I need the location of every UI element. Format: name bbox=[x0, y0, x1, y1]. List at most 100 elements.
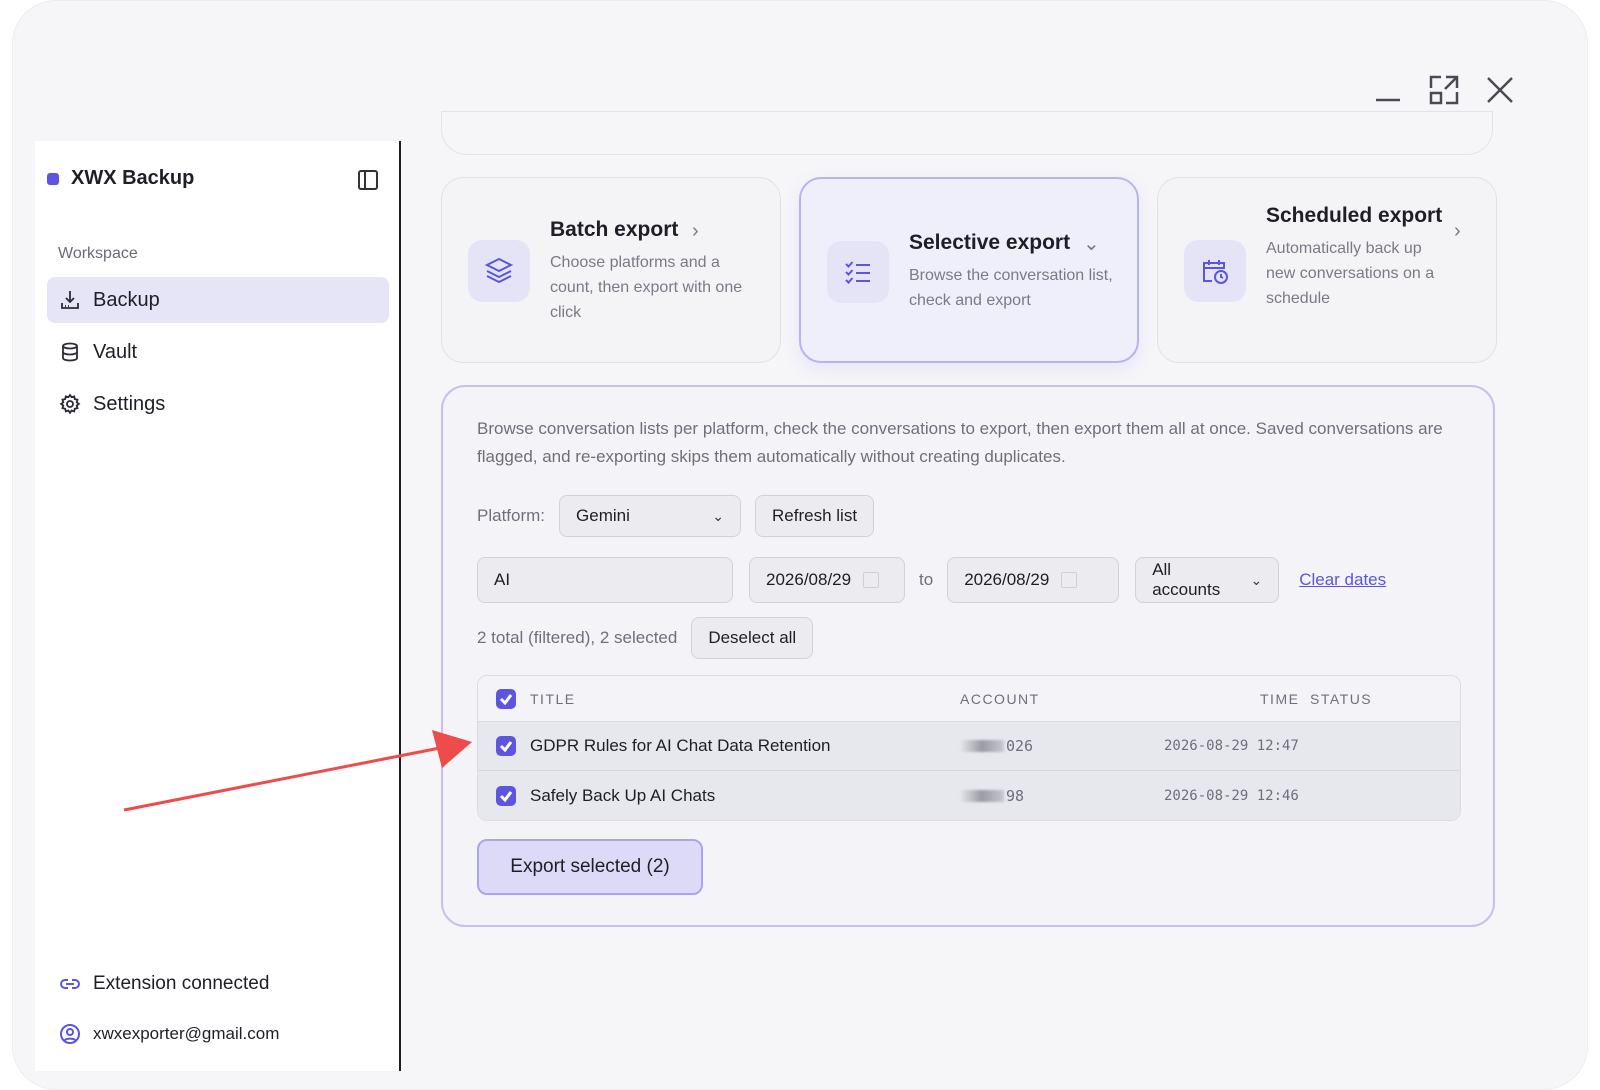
sidebar-item-backup[interactable]: Backup bbox=[47, 277, 389, 323]
row-title: Safely Back Up AI Chats bbox=[530, 785, 716, 805]
column-header-status[interactable]: STATUS bbox=[1310, 691, 1372, 707]
check-icon bbox=[499, 741, 513, 753]
deselect-all-button[interactable]: Deselect all bbox=[691, 617, 814, 659]
chevron-right-icon: › bbox=[692, 220, 699, 242]
date-to-input[interactable]: 2026/08/29 bbox=[947, 557, 1120, 603]
sidebar-panel-icon bbox=[358, 170, 378, 190]
checklist-icon-glyph bbox=[845, 261, 870, 284]
selective-export-panel: Browse conversation lists per platform, … bbox=[441, 385, 1495, 927]
brand: XWX Backup bbox=[47, 167, 194, 190]
extension-status: Extension connected bbox=[59, 973, 279, 995]
platform-select-value: Gemini bbox=[576, 506, 630, 525]
maximize-icon bbox=[1429, 75, 1459, 105]
row-checkbox[interactable] bbox=[496, 785, 516, 806]
gear-icon bbox=[59, 393, 81, 415]
refresh-list-button[interactable]: Refresh list bbox=[755, 495, 875, 537]
sidebar: XWX Backup Workspace Backup Vault Settin… bbox=[35, 141, 401, 1071]
filter-row: AI 2026/08/29 to 2026/08/29 All accounts… bbox=[477, 557, 1386, 603]
card-body: Scheduled export Automatically back up n… bbox=[1266, 202, 1448, 311]
date-from-value: 2026/08/29 bbox=[766, 570, 852, 589]
sidebar-item-label: Settings bbox=[93, 392, 166, 415]
user-circle-icon bbox=[60, 1024, 80, 1044]
sidebar-footer: Extension connected xwxexporter@gmail.co… bbox=[59, 945, 279, 1045]
row-account: 98 bbox=[960, 787, 1024, 805]
row-account-suffix: 026 bbox=[1006, 737, 1034, 755]
date-range-separator: to bbox=[919, 570, 934, 589]
redacted-account bbox=[960, 789, 1004, 802]
sidebar-nav: Backup Vault Settings bbox=[47, 277, 389, 433]
card-desc: Browse the conversation list, check and … bbox=[909, 267, 1113, 309]
select-all-checkbox[interactable] bbox=[496, 688, 516, 709]
section-label-workspace: Workspace bbox=[58, 245, 138, 262]
chevron-down-icon: ⌄ bbox=[1083, 233, 1100, 255]
checklist-icon bbox=[827, 241, 889, 303]
date-from-input[interactable]: 2026/08/29 bbox=[749, 557, 905, 603]
clear-dates-link[interactable]: Clear dates bbox=[1299, 570, 1386, 590]
layers-icon bbox=[468, 240, 530, 302]
close-icon bbox=[1487, 77, 1513, 103]
collapsed-section bbox=[441, 111, 1493, 155]
redacted-account bbox=[960, 740, 1004, 752]
row-title: GDPR Rules for AI Chat Data Retention bbox=[530, 736, 831, 755]
column-header-time[interactable]: TIME bbox=[1260, 691, 1299, 707]
brand-logo-icon bbox=[47, 172, 59, 185]
sidebar-item-vault[interactable]: Vault bbox=[47, 329, 389, 375]
calendar-clock-icon bbox=[1184, 240, 1246, 302]
sidebar-item-settings[interactable]: Settings bbox=[47, 381, 389, 427]
export-selected-button[interactable]: Export selected (2) bbox=[477, 839, 703, 895]
row-account-suffix: 98 bbox=[1006, 786, 1025, 805]
panel-description: Browse conversation lists per platform, … bbox=[477, 419, 1443, 466]
minimize-button[interactable] bbox=[1371, 73, 1405, 107]
search-input[interactable]: AI bbox=[477, 557, 733, 603]
card-desc: Automatically back up new conversations … bbox=[1266, 240, 1435, 307]
close-button[interactable] bbox=[1483, 73, 1517, 107]
chevron-down-icon: ⌄ bbox=[1250, 571, 1263, 588]
calendar-icon bbox=[863, 572, 880, 588]
platform-select[interactable]: Gemini ⌄ bbox=[559, 495, 742, 537]
table-header: TITLE ACCOUNT TIME STATUS bbox=[478, 676, 1460, 722]
database-icon bbox=[62, 342, 78, 362]
card-selective-export[interactable]: Selective export Browse the conversation… bbox=[799, 177, 1139, 363]
link-icon bbox=[60, 979, 80, 989]
chevron-down-icon: ⌄ bbox=[712, 507, 725, 524]
conversation-table: TITLE ACCOUNT TIME STATUS GDPR Rules for… bbox=[477, 675, 1461, 821]
platform-label: Platform: bbox=[477, 506, 546, 525]
check-icon bbox=[499, 790, 513, 802]
accounts-select[interactable]: All accounts ⌄ bbox=[1135, 557, 1280, 603]
column-header-title[interactable]: TITLE bbox=[530, 691, 576, 707]
table-row[interactable]: Safely Back Up AI Chats 98 2026-08-29 12… bbox=[478, 771, 1460, 820]
export-mode-cards: Batch export Choose platforms and a coun… bbox=[441, 177, 1497, 363]
chevron-right-icon: › bbox=[1454, 220, 1461, 242]
card-body: Batch export Choose platforms and a coun… bbox=[550, 216, 756, 325]
row-account: 026 bbox=[960, 737, 1033, 755]
minimize-icon bbox=[1376, 98, 1400, 102]
calendar-clock-icon-glyph bbox=[1203, 260, 1228, 284]
selection-row: 2 total (filtered), 2 selected Deselect … bbox=[477, 617, 814, 659]
main-content: Batch export Choose platforms and a coun… bbox=[441, 111, 1501, 1071]
card-batch-export[interactable]: Batch export Choose platforms and a coun… bbox=[441, 177, 781, 363]
row-time: 2026-08-29 12:46 bbox=[1164, 787, 1299, 804]
layers-icon-glyph bbox=[484, 257, 514, 284]
check-icon bbox=[499, 693, 513, 705]
row-time: 2026-08-29 12:47 bbox=[1164, 738, 1299, 754]
card-scheduled-export[interactable]: Scheduled export Automatically back up n… bbox=[1157, 177, 1497, 363]
brand-name: XWX Backup bbox=[71, 167, 195, 189]
accounts-select-value: All accounts bbox=[1152, 560, 1221, 599]
sidebar-item-label: Backup bbox=[93, 288, 160, 311]
sidebar-item-label: Vault bbox=[93, 340, 138, 363]
row-checkbox[interactable] bbox=[496, 736, 516, 756]
platform-row: Platform: Gemini ⌄ Refresh list bbox=[477, 495, 875, 537]
date-to-value: 2026/08/29 bbox=[964, 570, 1050, 589]
selection-count: 2 total (filtered), 2 selected bbox=[477, 628, 678, 647]
window-controls bbox=[1371, 73, 1517, 107]
account-menu[interactable]: xwxexporter@gmail.com bbox=[59, 1023, 279, 1045]
card-title: Batch export bbox=[550, 218, 679, 241]
card-title: Scheduled export bbox=[1266, 204, 1443, 227]
app-window: XWX Backup Workspace Backup Vault Settin… bbox=[12, 0, 1588, 1090]
column-header-account[interactable]: ACCOUNT bbox=[960, 691, 1040, 707]
table-row[interactable]: GDPR Rules for AI Chat Data Retention 02… bbox=[478, 722, 1460, 771]
extension-status-text: Extension connected bbox=[93, 973, 270, 994]
account-email: xwxexporter@gmail.com bbox=[93, 1024, 280, 1043]
sidebar-toggle-button[interactable] bbox=[357, 169, 379, 191]
maximize-button[interactable] bbox=[1427, 73, 1461, 107]
